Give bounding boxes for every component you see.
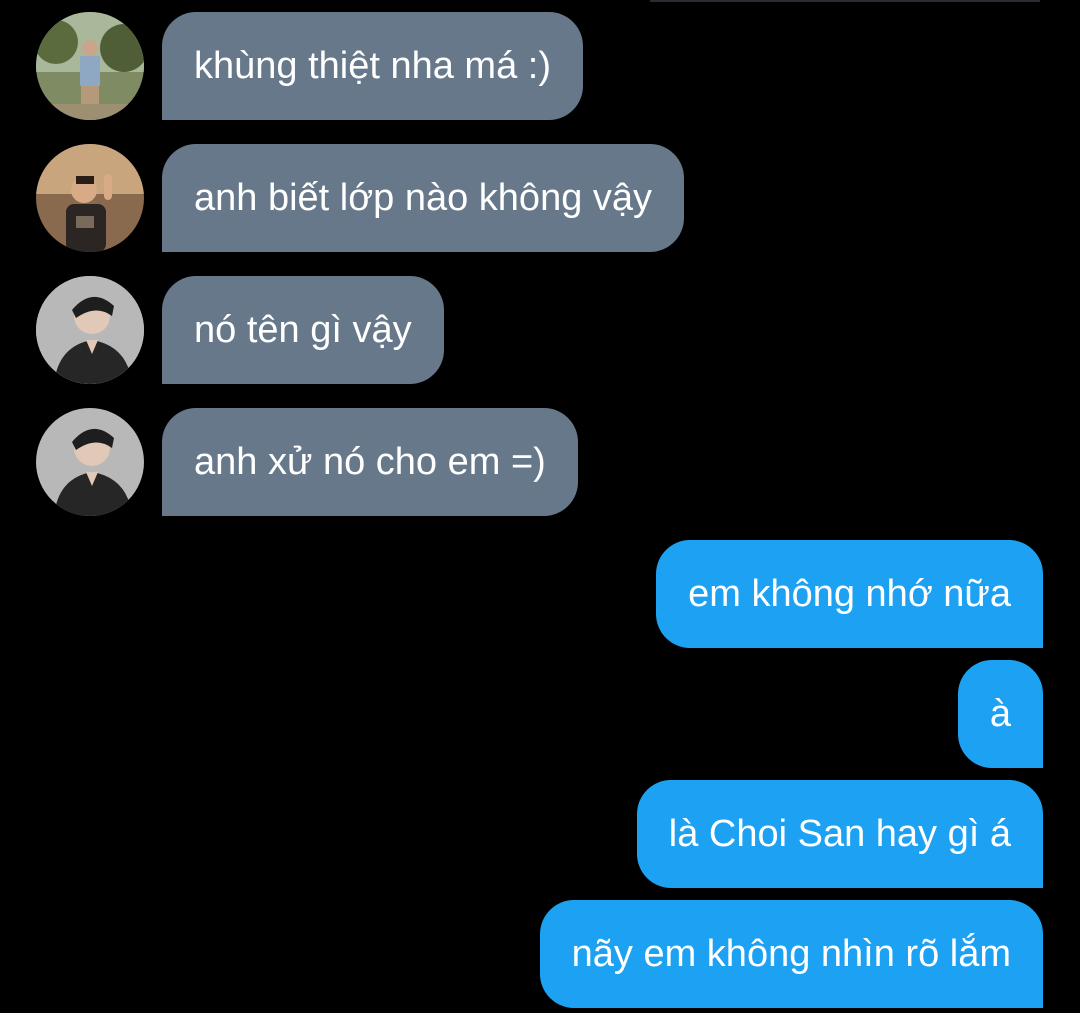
- user-photo-outdoor-icon: [36, 12, 144, 120]
- message-text: khùng thiệt nha má :): [194, 44, 551, 87]
- message-text: nó tên gì vậy: [194, 308, 412, 351]
- message-bubble-incoming[interactable]: khùng thiệt nha má :): [162, 12, 583, 120]
- avatar[interactable]: [36, 408, 144, 516]
- top-divider: [650, 0, 1040, 2]
- user-photo-portrait-icon: [36, 276, 144, 384]
- user-photo-portrait-icon: [36, 408, 144, 516]
- message-bubble-outgoing[interactable]: nãy em không nhìn rõ lắm: [539, 900, 1043, 1008]
- message-text: anh biết lớp nào không vậy: [194, 176, 653, 219]
- avatar[interactable]: [36, 12, 144, 120]
- user-photo-peace-sign-icon: [36, 144, 144, 252]
- message-bubble-outgoing[interactable]: em không nhớ nữa: [656, 540, 1043, 648]
- message-bubble-incoming[interactable]: anh biết lớp nào không vậy: [162, 144, 685, 252]
- message-text: nãy em không nhìn rõ lắm: [571, 932, 1011, 975]
- message-bubble-outgoing[interactable]: là Choi San hay gì á: [636, 780, 1043, 888]
- message-text: em không nhớ nữa: [688, 572, 1011, 615]
- message-bubble-incoming[interactable]: nó tên gì vậy: [162, 276, 444, 384]
- message-text: anh xử nó cho em =): [194, 440, 546, 483]
- avatar[interactable]: [36, 276, 144, 384]
- message-text: à: [989, 692, 1011, 735]
- message-text: là Choi San hay gì á: [668, 812, 1011, 855]
- message-bubble-incoming[interactable]: anh xử nó cho em =): [162, 408, 578, 516]
- avatar[interactable]: [36, 144, 144, 252]
- message-bubble-outgoing[interactable]: à: [957, 660, 1043, 768]
